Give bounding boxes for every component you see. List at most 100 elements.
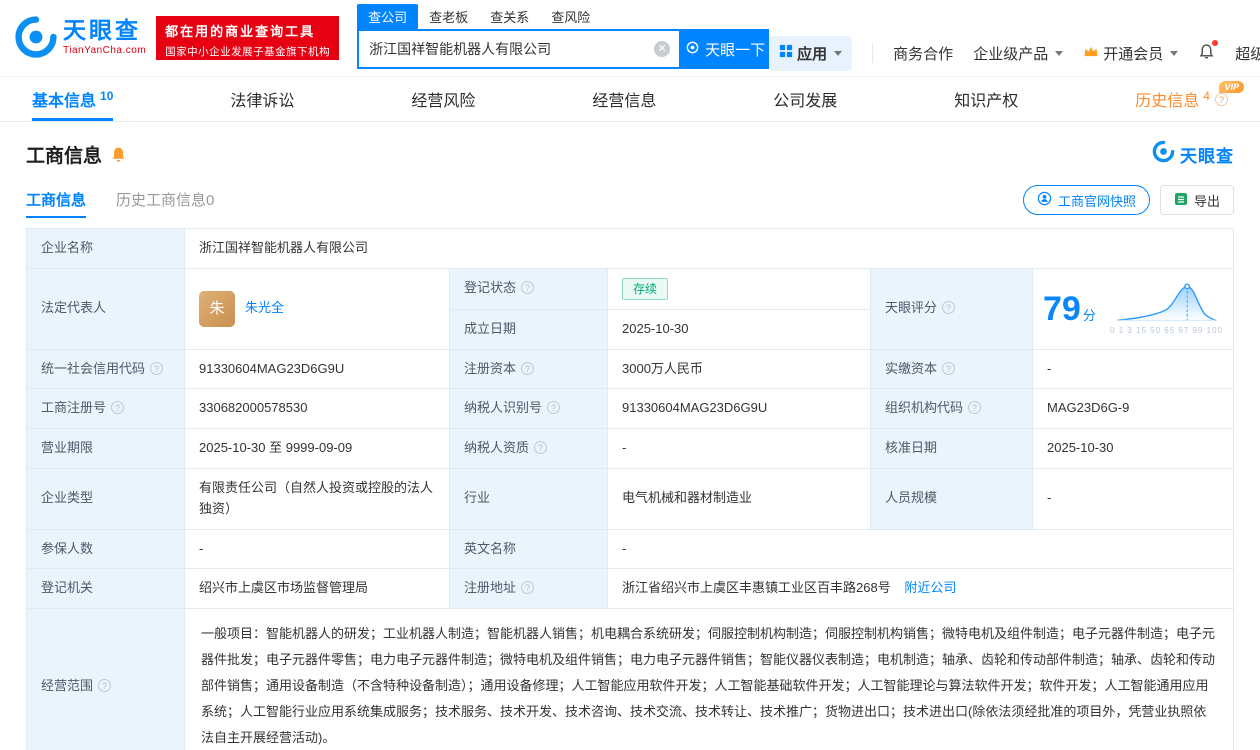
clear-search-icon[interactable]: ✕ [654, 41, 670, 57]
official-snapshot-button[interactable]: 工商官网快照 [1023, 185, 1150, 215]
tab-legal-litigation[interactable]: 法律诉讼 [230, 77, 294, 121]
tab-basic-info-count: 10 [100, 89, 113, 103]
apps-menu[interactable]: 应用 [769, 36, 852, 71]
label-company-name: 企业名称 [27, 229, 185, 269]
subtab-business-info[interactable]: 工商信息 [26, 182, 86, 218]
label-paid-capital: 实缴资本? [871, 349, 1033, 389]
value-reg-authority: 绍兴市上虞区市场监督管理局 [185, 569, 450, 609]
tab-company-development[interactable]: 公司发展 [773, 77, 837, 121]
nearby-companies-link[interactable]: 附近公司 [904, 580, 956, 595]
search-tab-boss[interactable]: 查老板 [418, 4, 479, 29]
legal-rep-link[interactable]: 朱光全 [245, 298, 284, 319]
table-row: 登记机关 绍兴市上虞区市场监督管理局 注册地址? 浙江省绍兴市上虞区丰惠镇工业区… [27, 569, 1234, 609]
company-nav-tabs: 基本信息 10 法律诉讼 经营风险 经营信息 公司发展 知识产权 VIP 历史信… [0, 76, 1260, 122]
open-vip-menu[interactable]: 开通会员 [1083, 43, 1178, 64]
search-tab-risk[interactable]: 查风险 [540, 4, 601, 29]
info-icon[interactable]: ? [1215, 93, 1228, 106]
info-icon[interactable]: ? [942, 362, 955, 375]
tab-historical-info-label: 历史信息 [1135, 87, 1199, 111]
top-menu: 应用 商务合作 企业级产品 开通会员 超级风... [769, 30, 1260, 76]
table-row: 参保人数 - 英文名称 - [27, 529, 1234, 569]
search-tab-company[interactable]: 查公司 [357, 4, 418, 29]
info-icon[interactable]: ? [534, 441, 547, 454]
divider [872, 43, 873, 63]
cooperation-label: 商务合作 [893, 43, 953, 64]
vip-badge: VIP [1219, 81, 1244, 93]
label-taxpayer-quali: 纳税人资质? [450, 429, 608, 469]
business-cooperation-menu[interactable]: 商务合作 [893, 43, 953, 64]
notifications-bell[interactable] [1198, 43, 1215, 64]
label-reg-number: 工商注册号? [27, 389, 185, 429]
tab-historical-info-count: 4 [1203, 89, 1210, 103]
table-row: 经营范围? 一般项目：智能机器人的研发；工业机器人制造；智能机器人销售；机电耦合… [27, 609, 1234, 750]
label-business-scope: 经营范围? [27, 609, 185, 750]
export-button[interactable]: 导出 [1160, 185, 1234, 215]
value-establish-date: 2025-10-30 [608, 309, 871, 349]
bell-icon [1198, 43, 1215, 64]
legal-rep-avatar: 朱 [199, 291, 235, 327]
brand-domain: TianYanCha.com [63, 46, 146, 56]
label-staff-size: 人员规模 [871, 468, 1033, 529]
tab-historical-info[interactable]: VIP 历史信息 4 ? [1135, 77, 1228, 121]
search-button[interactable]: 天眼一下 [681, 29, 769, 69]
vip-label: 开通会员 [1103, 43, 1163, 64]
tianyancha-logo[interactable]: 天眼查 TianYanCha.com [14, 12, 146, 62]
promo-line2: 国家中小企业发展子基金旗下机构 [165, 44, 330, 59]
label-reg-address: 注册地址? [450, 569, 608, 609]
label-industry: 行业 [450, 468, 608, 529]
search-input[interactable] [369, 41, 654, 57]
subtab-history-business-info[interactable]: 历史工商信息0 [116, 182, 214, 218]
grid-icon [779, 44, 793, 62]
value-org-code: MAG23D6G-9 [1033, 389, 1234, 429]
tab-operating-info[interactable]: 经营信息 [592, 77, 656, 121]
info-icon[interactable]: ? [942, 301, 955, 314]
snapshot-person-icon [1037, 191, 1052, 209]
table-row: 营业期限 2025-10-30 至 9999-09-09 纳税人资质? - 核准… [27, 429, 1234, 469]
score-axis-labels: 0 1 3 15 50 65 97 99 100 [1110, 325, 1223, 338]
info-icon[interactable]: ? [521, 581, 534, 594]
tianyancha-logo-icon [14, 15, 58, 59]
info-icon[interactable]: ? [968, 401, 981, 414]
chevron-down-icon [1170, 51, 1178, 56]
subtab-row: 工商信息 历史工商信息0 工商官网快照 导出 [26, 182, 1234, 218]
monitor-bell-icon[interactable] [110, 146, 127, 163]
tab-legal-litigation-label: 法律诉讼 [230, 87, 294, 111]
status-badge: 存续 [622, 278, 668, 300]
search-input-wrap: ✕ [357, 29, 681, 69]
tab-intellectual-property[interactable]: 知识产权 [954, 77, 1018, 121]
value-reg-status: 存续 [608, 268, 871, 309]
label-insured-count: 参保人数 [27, 529, 185, 569]
value-business-term: 2025-10-30 至 9999-09-09 [185, 429, 450, 469]
value-legal-rep: 朱 朱光全 [185, 268, 450, 349]
tianyancha-logo-icon [1152, 140, 1175, 168]
value-credit-code: 91330604MAG23D6G9U [185, 349, 450, 389]
value-business-scope: 一般项目：智能机器人的研发；工业机器人制造；智能机器人销售；机电耦合系统研发；伺… [185, 609, 1234, 750]
export-sheet-icon [1174, 192, 1188, 209]
account-name[interactable]: 超级风... [1235, 43, 1260, 64]
value-score: 79分 0 1 3 15 50 65 97 99 100 [1033, 268, 1234, 349]
label-org-code: 组织机构代码? [871, 389, 1033, 429]
value-industry: 电气机械和器材制造业 [608, 468, 871, 529]
info-icon[interactable]: ? [150, 362, 163, 375]
tab-operating-risk[interactable]: 经营风险 [411, 77, 475, 121]
snapshot-button-label: 工商官网快照 [1058, 191, 1136, 210]
value-taxpayer-id: 91330604MAG23D6G9U [608, 389, 871, 429]
value-english-name: - [608, 529, 1234, 569]
info-icon[interactable]: ? [111, 401, 124, 414]
label-reg-capital: 注册资本? [450, 349, 608, 389]
enterprise-products-menu[interactable]: 企业级产品 [973, 43, 1063, 64]
label-credit-code: 统一社会信用代码? [27, 349, 185, 389]
label-reg-status: 登记状态? [450, 268, 608, 309]
label-english-name: 英文名称 [450, 529, 608, 569]
top-bar: 天眼查 TianYanCha.com 都在用的商业查询工具 国家中小企业发展子基… [0, 0, 1260, 76]
value-reg-capital: 3000万人民币 [608, 349, 871, 389]
table-row: 企业名称 浙江国祥智能机器人有限公司 [27, 229, 1234, 269]
info-icon[interactable]: ? [521, 362, 534, 375]
info-icon[interactable]: ? [98, 679, 111, 692]
value-paid-capital: - [1033, 349, 1234, 389]
info-icon[interactable]: ? [521, 281, 534, 294]
info-icon[interactable]: ? [547, 401, 560, 414]
promo-badge: 都在用的商业查询工具 国家中小企业发展子基金旗下机构 [156, 16, 339, 60]
tab-basic-info[interactable]: 基本信息 10 [32, 77, 113, 121]
search-tab-relation[interactable]: 查关系 [479, 4, 540, 29]
